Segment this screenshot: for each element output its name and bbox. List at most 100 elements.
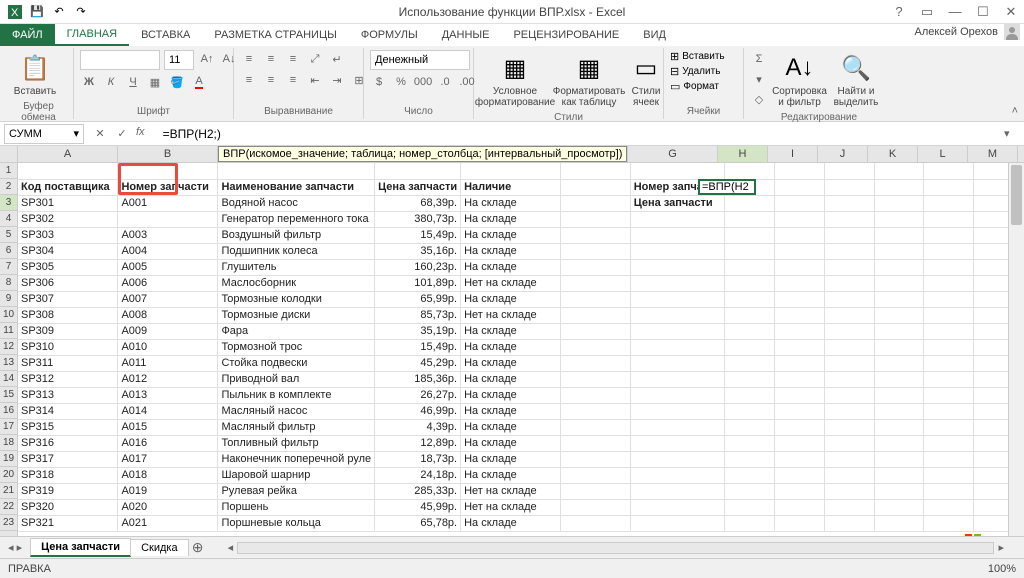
redo-icon[interactable]: ↷ xyxy=(72,3,90,21)
format-cells-button[interactable]: ▭Формат xyxy=(670,80,719,93)
italic-button[interactable]: К xyxy=(102,73,120,91)
select-all-corner[interactable] xyxy=(0,146,17,163)
fill-icon[interactable]: ▾ xyxy=(750,70,768,88)
align-bottom-icon[interactable]: ≡ xyxy=(284,50,302,68)
row-header-11[interactable]: 11 xyxy=(0,323,17,339)
delete-cells-button[interactable]: ⊟Удалить xyxy=(670,65,720,78)
currency-icon[interactable]: $ xyxy=(370,73,388,91)
increase-indent-icon[interactable]: ⇥ xyxy=(328,71,346,89)
row-header-14[interactable]: 14 xyxy=(0,371,17,387)
row-header-5[interactable]: 5 xyxy=(0,227,17,243)
align-left-icon[interactable]: ≡ xyxy=(240,71,258,89)
row-header-18[interactable]: 18 xyxy=(0,435,17,451)
tab-layout[interactable]: РАЗМЕТКА СТРАНИЦЫ xyxy=(202,24,348,46)
wrap-text-icon[interactable]: ↵ xyxy=(328,50,346,68)
increase-font-icon[interactable]: A↑ xyxy=(198,50,216,68)
zoom-level[interactable]: 100% xyxy=(988,563,1016,575)
tab-formulas[interactable]: ФОРМУЛЫ xyxy=(349,24,430,46)
tab-insert[interactable]: ВСТАВКА xyxy=(129,24,202,46)
sheet-nav[interactable]: ◂ ▸ xyxy=(0,541,30,554)
border-icon[interactable]: ▦ xyxy=(146,73,164,91)
row-header-13[interactable]: 13 xyxy=(0,355,17,371)
tab-home[interactable]: ГЛАВНАЯ xyxy=(55,24,129,46)
row-header-7[interactable]: 7 xyxy=(0,259,17,275)
row-header-12[interactable]: 12 xyxy=(0,339,17,355)
row-header-17[interactable]: 17 xyxy=(0,419,17,435)
row-header-8[interactable]: 8 xyxy=(0,275,17,291)
fill-color-icon[interactable]: 🪣 xyxy=(168,73,186,91)
column-header-I[interactable]: I xyxy=(768,146,818,162)
cancel-formula-icon[interactable]: ✕ xyxy=(92,126,108,142)
font-size-combo[interactable]: 11 xyxy=(164,50,194,70)
ribbon-options-icon[interactable]: ▭ xyxy=(918,3,936,21)
insert-cells-button[interactable]: ⊞Вставить xyxy=(670,50,725,63)
find-select-button[interactable]: 🔍Найти и выделить xyxy=(831,50,881,110)
column-header-H[interactable]: H xyxy=(718,146,768,162)
row-header-23[interactable]: 23 xyxy=(0,515,17,531)
cells-table[interactable]: Код поставщикаНомер запчастиНаименование… xyxy=(18,163,1024,532)
column-header-L[interactable]: L xyxy=(918,146,968,162)
underline-button[interactable]: Ч xyxy=(124,73,142,91)
row-header-6[interactable]: 6 xyxy=(0,243,17,259)
orientation-icon[interactable]: ⤢ xyxy=(306,50,324,68)
undo-icon[interactable]: ↶ xyxy=(50,3,68,21)
sheet-tab-discount[interactable]: Скидка xyxy=(130,539,189,556)
column-header-J[interactable]: J xyxy=(818,146,868,162)
conditional-format-button[interactable]: ▦Условное форматирование xyxy=(480,50,550,110)
accept-formula-icon[interactable]: ✓ xyxy=(114,126,130,142)
clear-icon[interactable]: ◇ xyxy=(750,90,768,108)
row-header-1[interactable]: 1 xyxy=(0,163,17,179)
formula-bar-input[interactable] xyxy=(159,124,1004,144)
autosum-icon[interactable]: Σ xyxy=(750,50,768,68)
align-middle-icon[interactable]: ≡ xyxy=(262,50,280,68)
scrollbar-thumb[interactable] xyxy=(1011,165,1022,225)
column-header-B[interactable]: B xyxy=(118,146,218,162)
thousands-icon[interactable]: 000 xyxy=(414,73,432,91)
font-family-combo[interactable] xyxy=(80,50,160,70)
tab-view[interactable]: ВИД xyxy=(631,24,678,46)
cell-styles-button[interactable]: ▭Стили ячеек xyxy=(628,50,664,110)
align-center-icon[interactable]: ≡ xyxy=(262,71,280,89)
increase-decimal-icon[interactable]: .0 xyxy=(436,73,454,91)
paste-button[interactable]: 📋 Вставить xyxy=(10,50,60,99)
fx-icon[interactable]: fx xyxy=(136,126,145,142)
row-header-21[interactable]: 21 xyxy=(0,483,17,499)
row-header-3[interactable]: 3 xyxy=(0,195,17,211)
help-icon[interactable]: ? xyxy=(890,3,908,21)
font-color-icon[interactable]: A xyxy=(190,73,208,91)
decrease-indent-icon[interactable]: ⇤ xyxy=(306,71,324,89)
close-icon[interactable]: ✕ xyxy=(1002,3,1020,21)
bold-button[interactable]: Ж xyxy=(80,73,98,91)
add-sheet-button[interactable]: ⊕ xyxy=(188,539,208,556)
sheet-tab-prices[interactable]: Цена запчасти xyxy=(30,538,131,557)
row-header-22[interactable]: 22 xyxy=(0,499,17,515)
horizontal-scrollbar[interactable]: ◂▸ xyxy=(228,541,1004,554)
user-area[interactable]: Алексей Орехов xyxy=(914,24,1020,40)
format-as-table-button[interactable]: ▦Форматировать как таблицу xyxy=(554,50,624,110)
save-icon[interactable]: 💾 xyxy=(28,3,46,21)
minimize-icon[interactable]: — xyxy=(946,3,964,21)
align-top-icon[interactable]: ≡ xyxy=(240,50,258,68)
row-header-4[interactable]: 4 xyxy=(0,211,17,227)
row-header-2[interactable]: 2 xyxy=(0,179,17,195)
percent-icon[interactable]: % xyxy=(392,73,410,91)
align-right-icon[interactable]: ≡ xyxy=(284,71,302,89)
name-box[interactable]: СУММ▾ xyxy=(4,124,84,144)
row-header-10[interactable]: 10 xyxy=(0,307,17,323)
column-header-A[interactable]: A xyxy=(18,146,118,162)
row-header-15[interactable]: 15 xyxy=(0,387,17,403)
column-header-M[interactable]: M xyxy=(968,146,1018,162)
excel-icon[interactable]: X xyxy=(6,3,24,21)
row-header-19[interactable]: 19 xyxy=(0,451,17,467)
expand-formula-icon[interactable]: ▾ xyxy=(1004,127,1020,140)
row-header-9[interactable]: 9 xyxy=(0,291,17,307)
maximize-icon[interactable]: ☐ xyxy=(974,3,992,21)
row-header-16[interactable]: 16 xyxy=(0,403,17,419)
vertical-scrollbar[interactable] xyxy=(1008,163,1024,536)
tab-data[interactable]: ДАННЫЕ xyxy=(430,24,502,46)
sort-filter-button[interactable]: A↓Сортировка и фильтр xyxy=(772,50,827,110)
column-header-K[interactable]: K xyxy=(868,146,918,162)
row-header-20[interactable]: 20 xyxy=(0,467,17,483)
tab-file[interactable]: ФАЙЛ xyxy=(0,24,55,46)
collapse-ribbon-icon[interactable]: ˄ xyxy=(1012,105,1018,117)
